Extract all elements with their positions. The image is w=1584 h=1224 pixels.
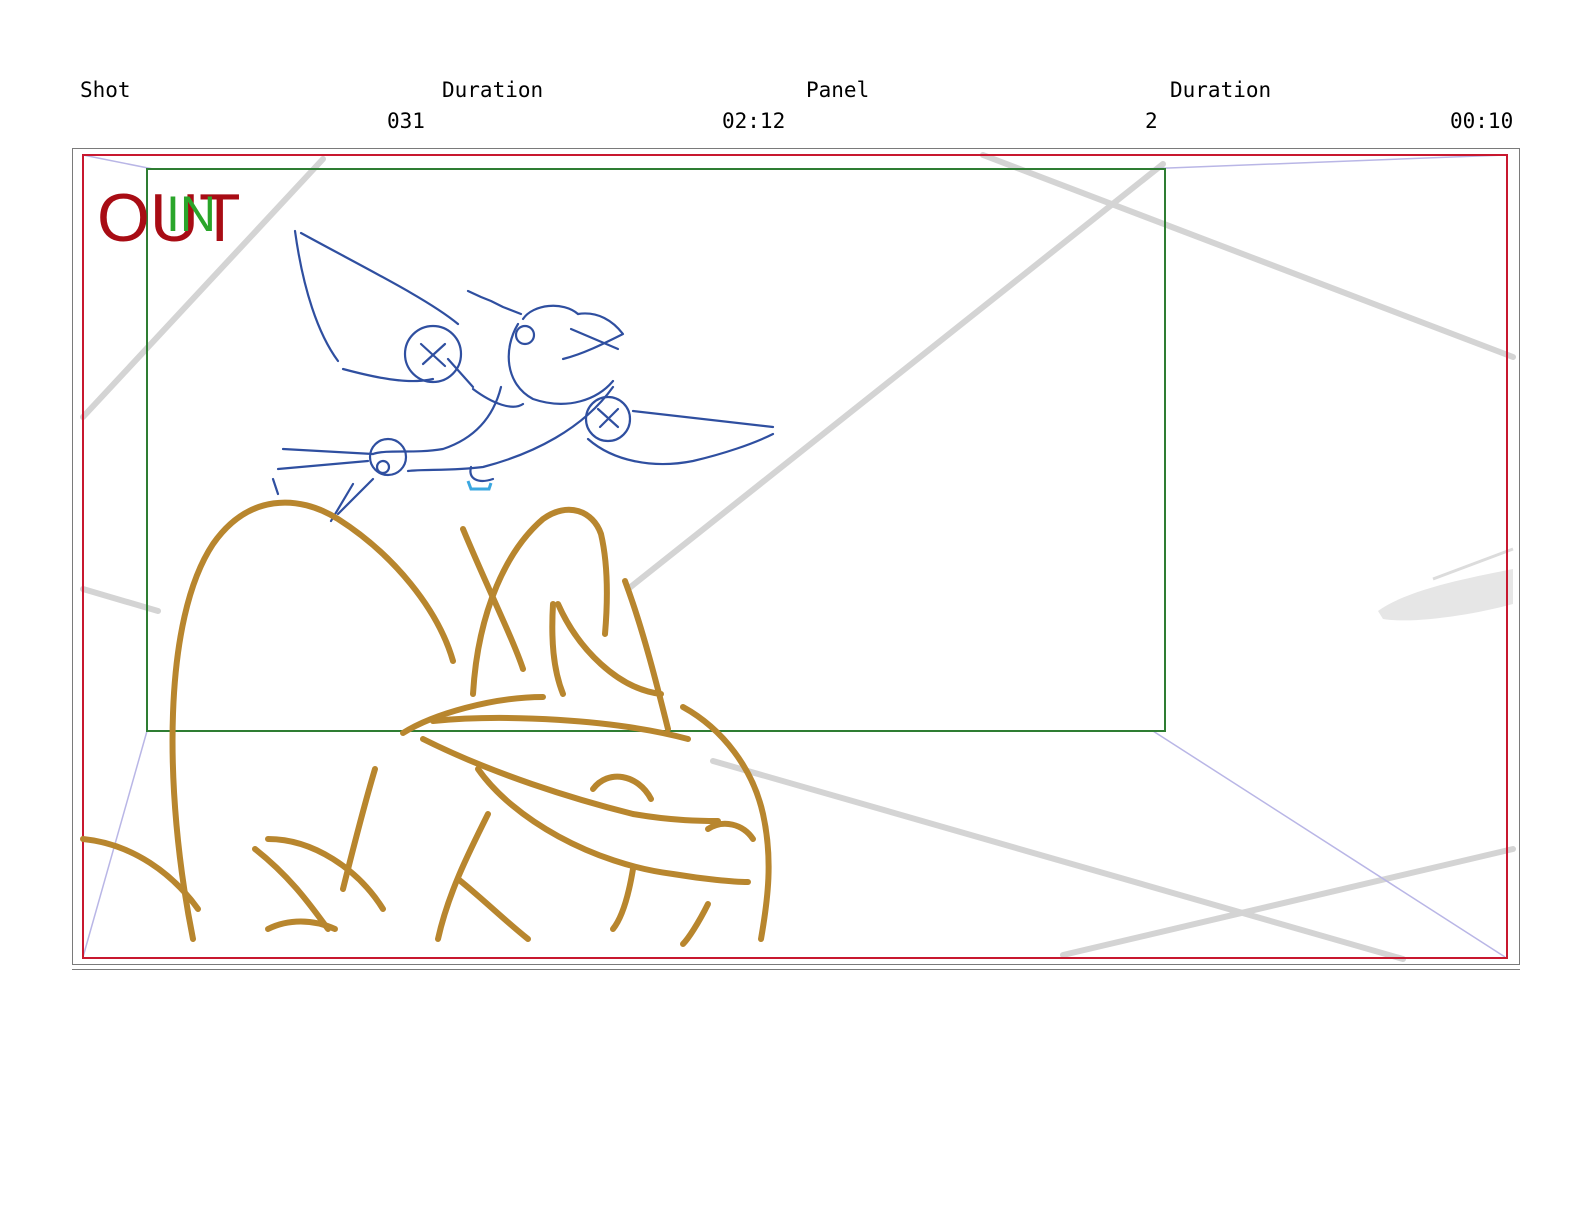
bottom-rule <box>72 969 1520 970</box>
storyboard-panel: OUT IN <box>72 148 1520 965</box>
bird-sketch <box>271 229 775 523</box>
foreground-sketch <box>80 499 772 947</box>
panel-label: Panel <box>806 78 870 102</box>
shot-duration: 02:12 <box>722 109 786 133</box>
in-mark: IN <box>166 186 216 242</box>
panel-duration-label: Duration <box>1170 78 1272 102</box>
panel-number: 2 <box>1145 109 1158 133</box>
background-lines <box>80 152 1516 962</box>
shot-duration-label: Duration <box>442 78 544 102</box>
bird-collar <box>466 480 493 491</box>
shot-number: 031 <box>387 109 425 133</box>
panel-artwork: OUT IN <box>80 152 1516 962</box>
panel-duration: 00:10 <box>1450 109 1514 133</box>
background-smudge <box>1378 569 1513 621</box>
shot-label: Shot <box>80 78 131 102</box>
